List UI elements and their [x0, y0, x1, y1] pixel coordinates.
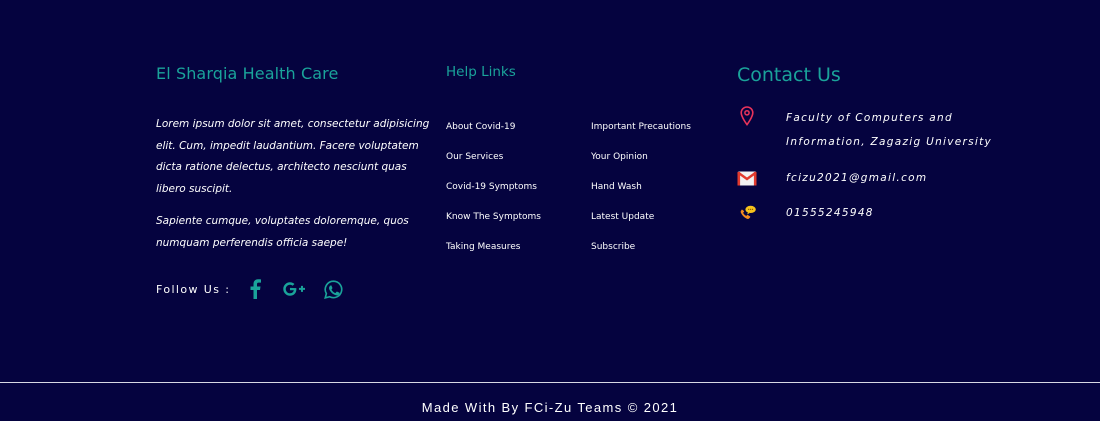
- site-footer: El Sharqia Health Care Lorem ipsum dolor…: [0, 0, 1100, 421]
- about-text: Lorem ipsum dolor sit amet, consectetur …: [156, 114, 434, 254]
- link-covid-symptoms[interactable]: Covid-19 Symptoms: [446, 179, 541, 209]
- phone-icon: [737, 201, 757, 221]
- contact-phone: 01555245948: [737, 201, 874, 225]
- link-know-the-symptoms[interactable]: Know The Symptoms: [446, 209, 541, 239]
- facebook-icon[interactable]: [244, 278, 266, 300]
- link-taking-measures[interactable]: Taking Measures: [446, 239, 541, 269]
- contact-email: fcizu2021@gmail.com: [737, 166, 927, 190]
- link-subscribe[interactable]: Subscribe: [591, 239, 691, 269]
- follow-us: Follow Us :: [156, 278, 361, 300]
- about-paragraph-2: Sapiente cumque, voluptates doloremque, …: [156, 215, 409, 249]
- address-text: Faculty of Computers and Information, Za…: [786, 112, 993, 148]
- follow-us-label: Follow Us :: [156, 282, 231, 296]
- location-pin-icon: [737, 106, 757, 126]
- footer-brand-title: El Sharqia Health Care: [156, 64, 339, 83]
- help-links-column-2: Important Precautions Your Opinion Hand …: [591, 119, 691, 269]
- help-links-column-1: About Covid-19 Our Services Covid-19 Sym…: [446, 119, 541, 269]
- link-important-precautions[interactable]: Important Precautions: [591, 119, 691, 149]
- link-latest-update[interactable]: Latest Update: [591, 209, 691, 239]
- link-about-covid[interactable]: About Covid-19: [446, 119, 541, 149]
- copyright-text: Made With By FCi-Zu Teams © 2021: [421, 400, 679, 415]
- whatsapp-icon[interactable]: [322, 278, 344, 300]
- link-hand-wash[interactable]: Hand Wash: [591, 179, 691, 209]
- help-links-title: Help Links: [446, 64, 516, 80]
- link-our-services[interactable]: Our Services: [446, 149, 541, 179]
- link-your-opinion[interactable]: Your Opinion: [591, 149, 691, 179]
- footer-divider: [0, 382, 1100, 383]
- contact-address: Faculty of Computers and Information, Za…: [737, 106, 996, 154]
- contact-us-title: Contact Us: [737, 64, 841, 86]
- phone-text[interactable]: 01555245948: [786, 201, 874, 225]
- google-plus-icon[interactable]: [283, 278, 306, 300]
- mail-icon: [737, 166, 757, 186]
- email-text[interactable]: fcizu2021@gmail.com: [786, 166, 927, 190]
- about-paragraph-1: Lorem ipsum dolor sit amet, consectetur …: [156, 118, 430, 195]
